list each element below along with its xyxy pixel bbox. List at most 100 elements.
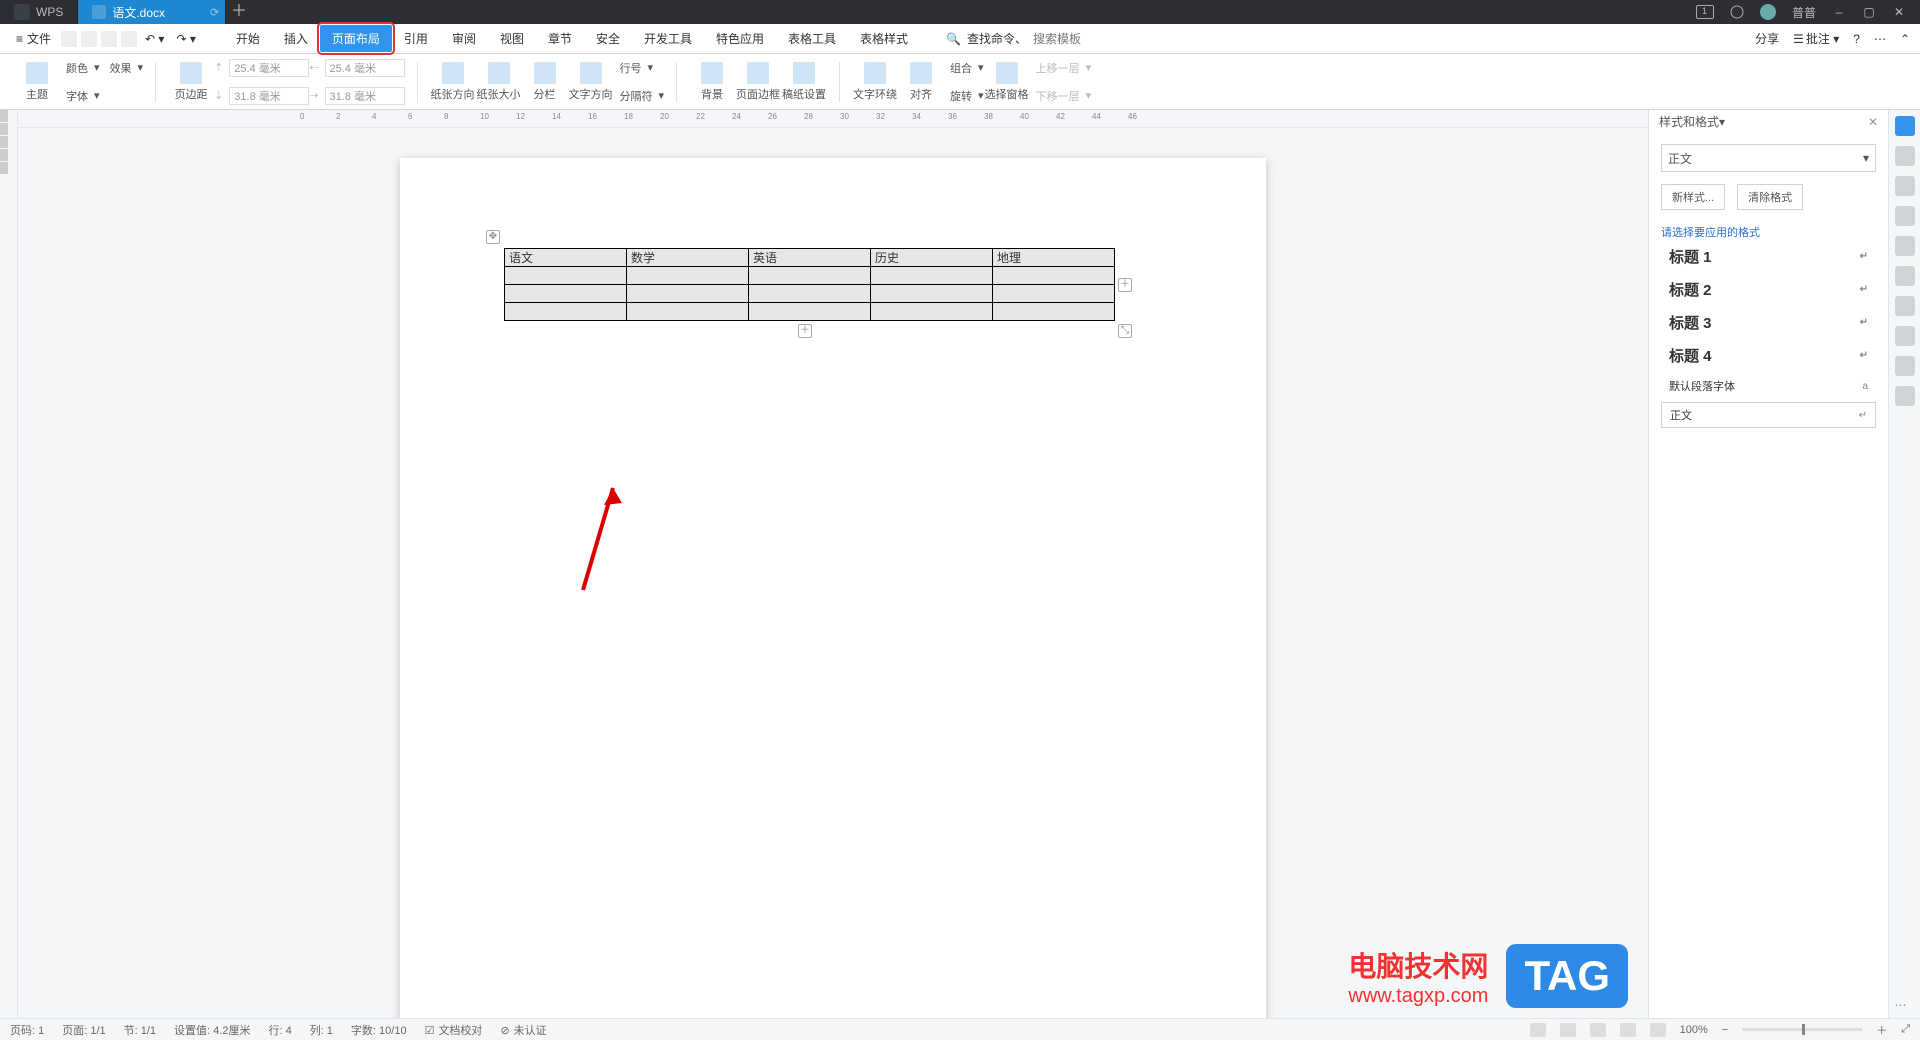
tab-ref[interactable]: 引用 [392,25,440,52]
borders-button[interactable]: 页面边框 [735,62,781,102]
tab-sync-icon[interactable]: ⟳ [210,6,219,19]
send-backward-button[interactable]: 下移一层 ▾ [1030,84,1092,108]
view-mode-1[interactable] [1530,1023,1546,1037]
tab-section[interactable]: 章节 [536,25,584,52]
close-button[interactable]: ✕ [1892,5,1906,19]
group-button[interactable]: 组合 ▾ [944,56,984,80]
collapse-ribbon-icon[interactable]: ⌃ [1900,32,1910,46]
tab-security[interactable]: 安全 [584,25,632,52]
canvas-area[interactable]: 0246810121416182022242628303234363840424… [18,110,1648,1018]
panel-close-button[interactable]: ✕ [1868,115,1878,129]
tool-clock-icon[interactable] [1895,356,1915,376]
tab-start[interactable]: 开始 [224,25,272,52]
table-row[interactable]: 语文 数学 英语 历史 地理 [505,249,1115,267]
tool-properties-icon[interactable] [1895,206,1915,226]
status-proof[interactable]: ☑文档校对 [425,1022,483,1038]
tool-help-icon[interactable] [1895,386,1915,406]
table-row[interactable] [505,303,1115,321]
selection-pane-button[interactable]: 选择窗格 [984,62,1030,102]
maximize-button[interactable]: ▢ [1862,5,1876,19]
margin-right-input[interactable]: ⇢ 31.8 毫米 [309,84,404,108]
tab-devtools[interactable]: 开发工具 [632,25,704,52]
status-pagedoc[interactable]: 页码: 1 [10,1022,44,1038]
cell[interactable]: 语文 [505,249,627,267]
cell[interactable]: 历史 [871,249,993,267]
tool-more-icon[interactable]: ⋯ [1895,998,1915,1018]
minimize-button[interactable]: – [1832,5,1846,19]
paper-size-button[interactable]: 纸张大小 [476,62,522,102]
columns-button[interactable]: 分栏 [522,62,568,102]
vertical-ruler[interactable] [0,110,18,1018]
tab-tablestyle[interactable]: 表格样式 [848,25,920,52]
fit-screen[interactable]: ⤢ [1901,1023,1910,1036]
status-col[interactable]: 列: 1 [310,1022,333,1038]
margin-left-input[interactable]: ⇠ 25.4 毫米 [309,56,404,80]
tab-layout[interactable]: 页面布局 [320,25,392,52]
status-uncert[interactable]: ⊘未认证 [500,1022,546,1038]
panel-count-icon[interactable] [1696,5,1714,19]
break-button[interactable]: 分隔符 ▾ [614,84,665,108]
table-add-row-handle[interactable]: ＋ [798,324,812,338]
doc-table[interactable]: 语文 数学 英语 历史 地理 [504,248,1115,321]
share-button[interactable]: 分享 [1755,30,1779,47]
status-page[interactable]: 页面: 1/1 [62,1022,105,1038]
tab-view[interactable]: 视图 [488,25,536,52]
add-tab-button[interactable]: ＋ [226,0,252,24]
tab-tabletool[interactable]: 表格工具 [776,25,848,52]
color-button[interactable]: 颜色 ▾ [60,56,100,80]
zoom-in[interactable]: ＋ [1876,1022,1887,1038]
tool-research-icon[interactable] [1895,326,1915,346]
clear-format-button[interactable]: 清除格式 [1737,184,1803,210]
horizontal-ruler[interactable]: 0246810121416182022242628303234363840424… [18,110,1648,128]
status-words[interactable]: 字数: 10/10 [351,1022,407,1038]
background-button[interactable]: 背景 [689,62,735,102]
theme-icon[interactable] [1730,5,1744,19]
style-h2[interactable]: 标题 2↵ [1661,273,1876,306]
table-row[interactable] [505,285,1115,303]
new-style-button[interactable]: 新样式... [1661,184,1725,210]
tool-select-icon[interactable] [1895,146,1915,166]
align-button[interactable]: 对齐 [898,62,944,102]
qa-print-icon[interactable] [81,31,97,47]
tool-proof-icon[interactable] [1895,266,1915,286]
zoom-value[interactable]: 100% [1680,1024,1708,1036]
rotate-button[interactable]: 旋转 ▾ [944,84,984,108]
tool-styles-icon[interactable] [1895,116,1915,136]
tab-review[interactable]: 审阅 [440,25,488,52]
annotation-button[interactable]: ☰批注 ▾ [1793,30,1839,47]
view-mode-3[interactable] [1590,1023,1606,1037]
file-menu[interactable]: ≡ 文件 [10,28,57,49]
view-mode-5[interactable] [1650,1023,1666,1037]
zoom-out[interactable]: − [1722,1024,1728,1036]
text-direction-button[interactable]: 文字方向 [568,62,614,102]
table-move-handle[interactable]: ✥ [486,230,500,244]
status-setval[interactable]: 设置值: 4.2厘米 [174,1022,250,1038]
app-tab-wps[interactable]: WPS [0,0,78,24]
manuscript-button[interactable]: 稿纸设置 [781,62,827,102]
zoom-slider[interactable] [1742,1028,1862,1031]
avatar-icon[interactable] [1760,4,1776,20]
tab-insert[interactable]: 插入 [272,25,320,52]
cell[interactable]: 英语 [749,249,871,267]
wrap-button[interactable]: 文字环绕 [852,62,898,102]
status-row[interactable]: 行: 4 [268,1022,291,1038]
tool-shapes-icon[interactable] [1895,176,1915,196]
cell[interactable]: 数学 [627,249,749,267]
style-h3[interactable]: 标题 3↵ [1661,306,1876,339]
cell[interactable]: 地理 [993,249,1115,267]
style-h1[interactable]: 标题 1↵ [1661,240,1876,273]
undo-button[interactable]: ↶ ▾ [141,32,168,46]
more-icon[interactable]: ⋯ [1874,32,1886,46]
search-input[interactable] [1033,32,1163,46]
style-body[interactable]: 正文↵ [1661,402,1876,428]
redo-button[interactable]: ↷ ▾ [172,32,199,46]
doc-tab[interactable]: 语文.docx ⟳ [78,0,226,24]
table-row[interactable] [505,267,1115,285]
style-default-para[interactable]: 默认段落字体a [1661,372,1876,400]
view-mode-2[interactable] [1560,1023,1576,1037]
margin-top-input[interactable]: ⇡ 25.4 毫米 [214,56,309,80]
qa-open-icon[interactable] [61,31,77,47]
effect-button[interactable]: 效果 ▾ [104,56,144,80]
table-resize-handle[interactable]: ⤡ [1118,324,1132,338]
bring-forward-button[interactable]: 上移一层 ▾ [1030,56,1092,80]
